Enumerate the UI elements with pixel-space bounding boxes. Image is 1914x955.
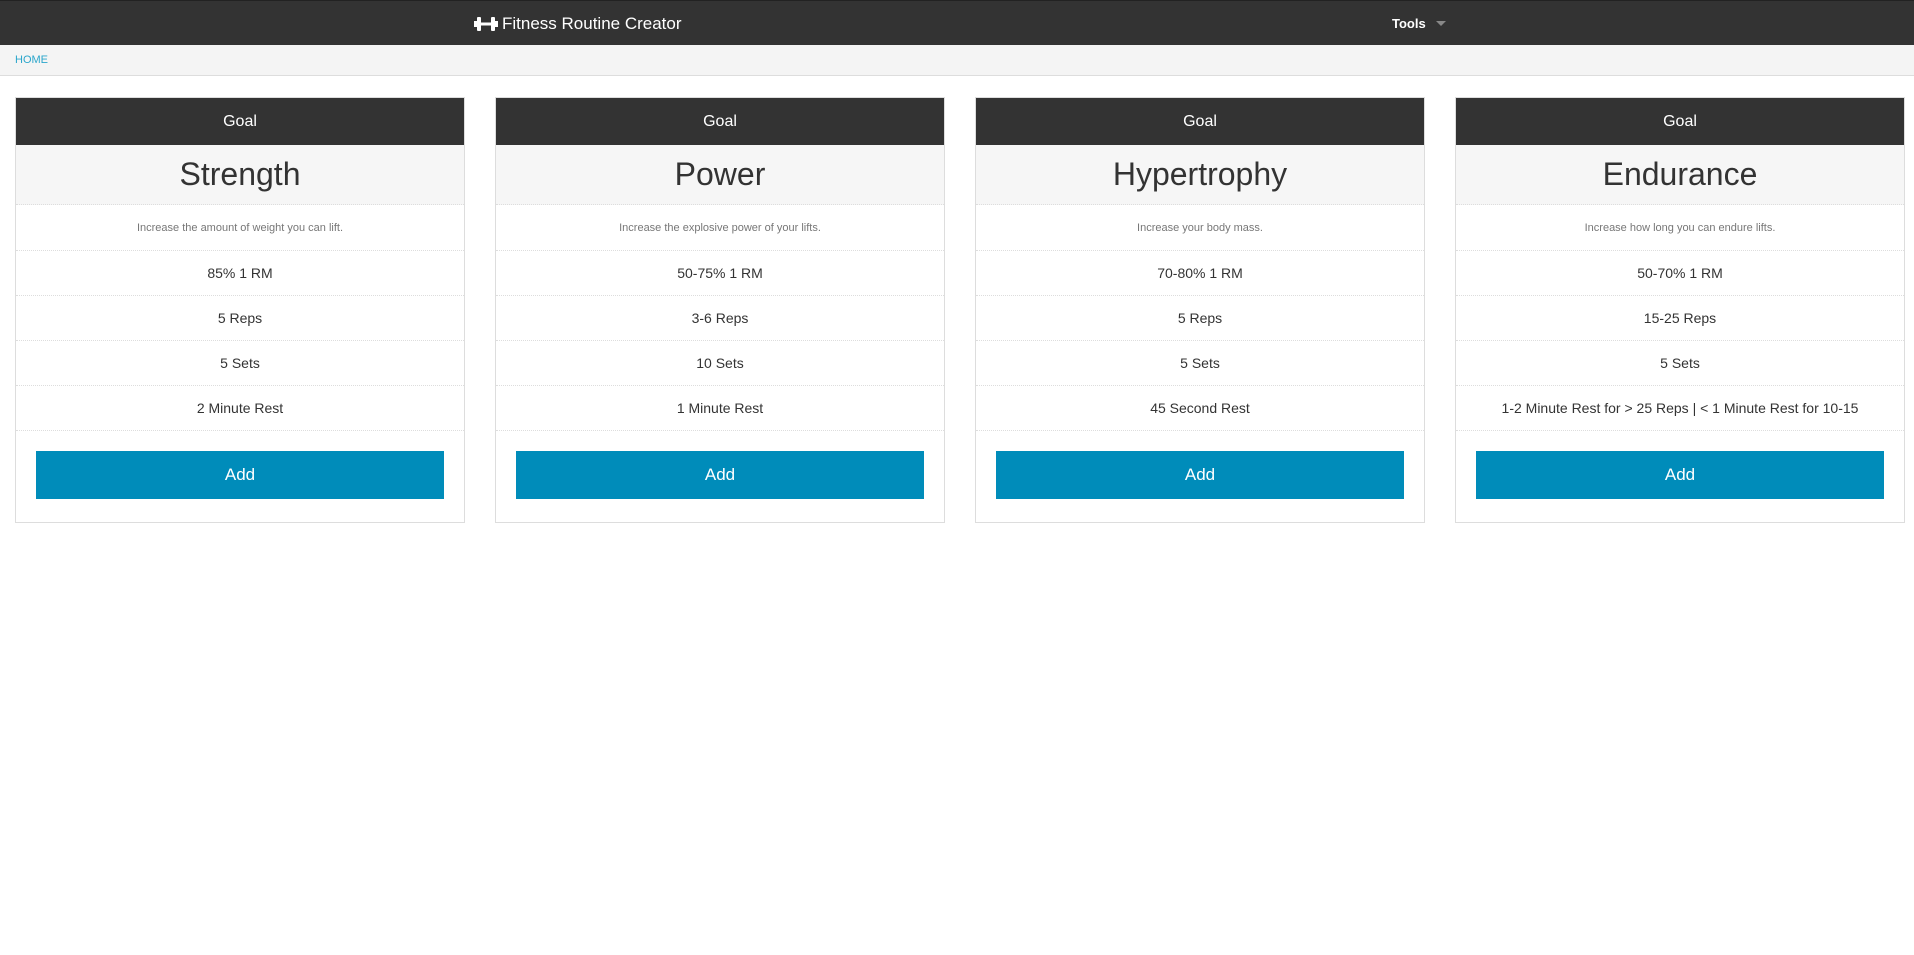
dumbbell-icon [474, 16, 498, 31]
card-sets: 5 Sets [976, 341, 1424, 386]
card-title: Hypertrophy [976, 145, 1424, 205]
card-title: Power [496, 145, 944, 205]
card-actions: Add [496, 431, 944, 519]
add-endurance-button[interactable]: Add [1476, 451, 1884, 499]
breadcrumb: HOME [0, 45, 1914, 76]
brand-title: Fitness Routine Creator [502, 13, 682, 33]
add-power-button[interactable]: Add [516, 451, 924, 499]
card-description: Increase the amount of weight you can li… [16, 205, 464, 251]
card-reps: 5 Reps [976, 296, 1424, 341]
card-description: Increase your body mass. [976, 205, 1424, 251]
card-header: Goal [496, 98, 944, 145]
card-rest: 45 Second Rest [976, 386, 1424, 431]
card-rest: 2 Minute Rest [16, 386, 464, 431]
goal-card-hypertrophy: Goal Hypertrophy Increase your body mass… [975, 97, 1425, 523]
card-actions: Add [976, 431, 1424, 519]
card-description: Increase how long you can endure lifts. [1456, 205, 1904, 251]
card-description: Increase the explosive power of your lif… [496, 205, 944, 251]
card-reps: 15-25 Reps [1456, 296, 1904, 341]
card-sets: 5 Sets [1456, 341, 1904, 386]
card-reps: 5 Reps [16, 296, 464, 341]
add-hypertrophy-button[interactable]: Add [996, 451, 1404, 499]
goal-card-endurance: Goal Endurance Increase how long you can… [1455, 97, 1905, 523]
chevron-down-icon [1435, 21, 1446, 26]
card-header: Goal [16, 98, 464, 145]
card-actions: Add [16, 431, 464, 519]
breadcrumb-home-link[interactable]: HOME [15, 54, 48, 66]
card-intensity: 85% 1 RM [16, 251, 464, 296]
card-intensity: 50-70% 1 RM [1456, 251, 1904, 296]
goal-card-strength: Goal Strength Increase the amount of wei… [15, 97, 465, 523]
card-header: Goal [1456, 98, 1904, 145]
add-strength-button[interactable]: Add [36, 451, 444, 499]
card-reps: 3-6 Reps [496, 296, 944, 341]
tools-label: Tools [1392, 16, 1426, 31]
card-rest: 1 Minute Rest [496, 386, 944, 431]
top-navbar: Fitness Routine Creator Tools [0, 0, 1914, 45]
card-sets: 10 Sets [496, 341, 944, 386]
card-header: Goal [976, 98, 1424, 145]
card-rest: 1-2 Minute Rest for > 25 Reps | < 1 Minu… [1456, 386, 1904, 431]
goal-card-power: Goal Power Increase the explosive power … [495, 97, 945, 523]
card-intensity: 50-75% 1 RM [496, 251, 944, 296]
card-sets: 5 Sets [16, 341, 464, 386]
card-intensity: 70-80% 1 RM [976, 251, 1424, 296]
card-title: Strength [16, 145, 464, 205]
tools-dropdown[interactable]: Tools [1392, 1, 1446, 46]
card-title: Endurance [1456, 145, 1904, 205]
brand-link[interactable]: Fitness Routine Creator [474, 1, 682, 46]
card-actions: Add [1456, 431, 1904, 519]
